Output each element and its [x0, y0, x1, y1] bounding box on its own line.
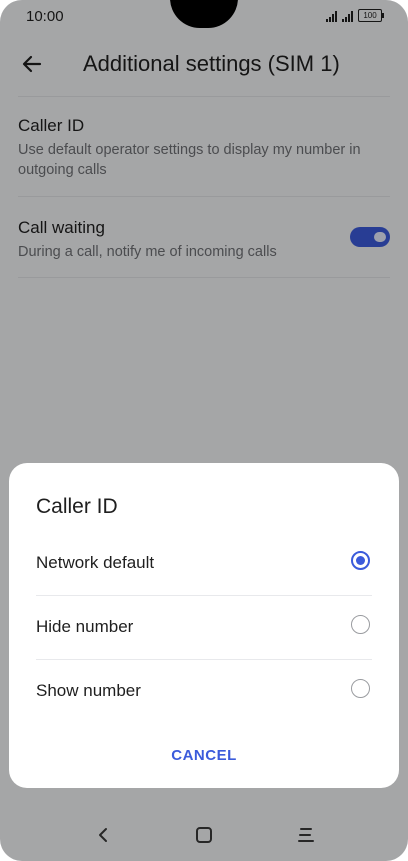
cancel-button[interactable]: CANCEL: [154, 741, 254, 771]
dialog-title: Caller ID: [36, 495, 118, 518]
option-hide-number[interactable]: Hide number: [36, 595, 372, 659]
option-show-number[interactable]: Show number: [36, 659, 372, 723]
caller-id-dialog: Caller ID Network default Hide number Sh…: [9, 463, 399, 788]
option-divider: [36, 659, 372, 660]
radio-unselected-icon[interactable]: [351, 615, 370, 634]
radio-selected-icon[interactable]: [351, 551, 370, 570]
option-label: Network default: [36, 553, 155, 572]
option-label: Show number: [36, 681, 141, 700]
option-network-default[interactable]: Network default: [36, 531, 372, 595]
phone-screen: 10:00 100 Additional settings (SIM 1) Ca…: [0, 0, 408, 861]
option-label: Hide number: [36, 617, 134, 636]
option-divider: [36, 595, 372, 596]
radio-unselected-icon[interactable]: [351, 679, 370, 698]
